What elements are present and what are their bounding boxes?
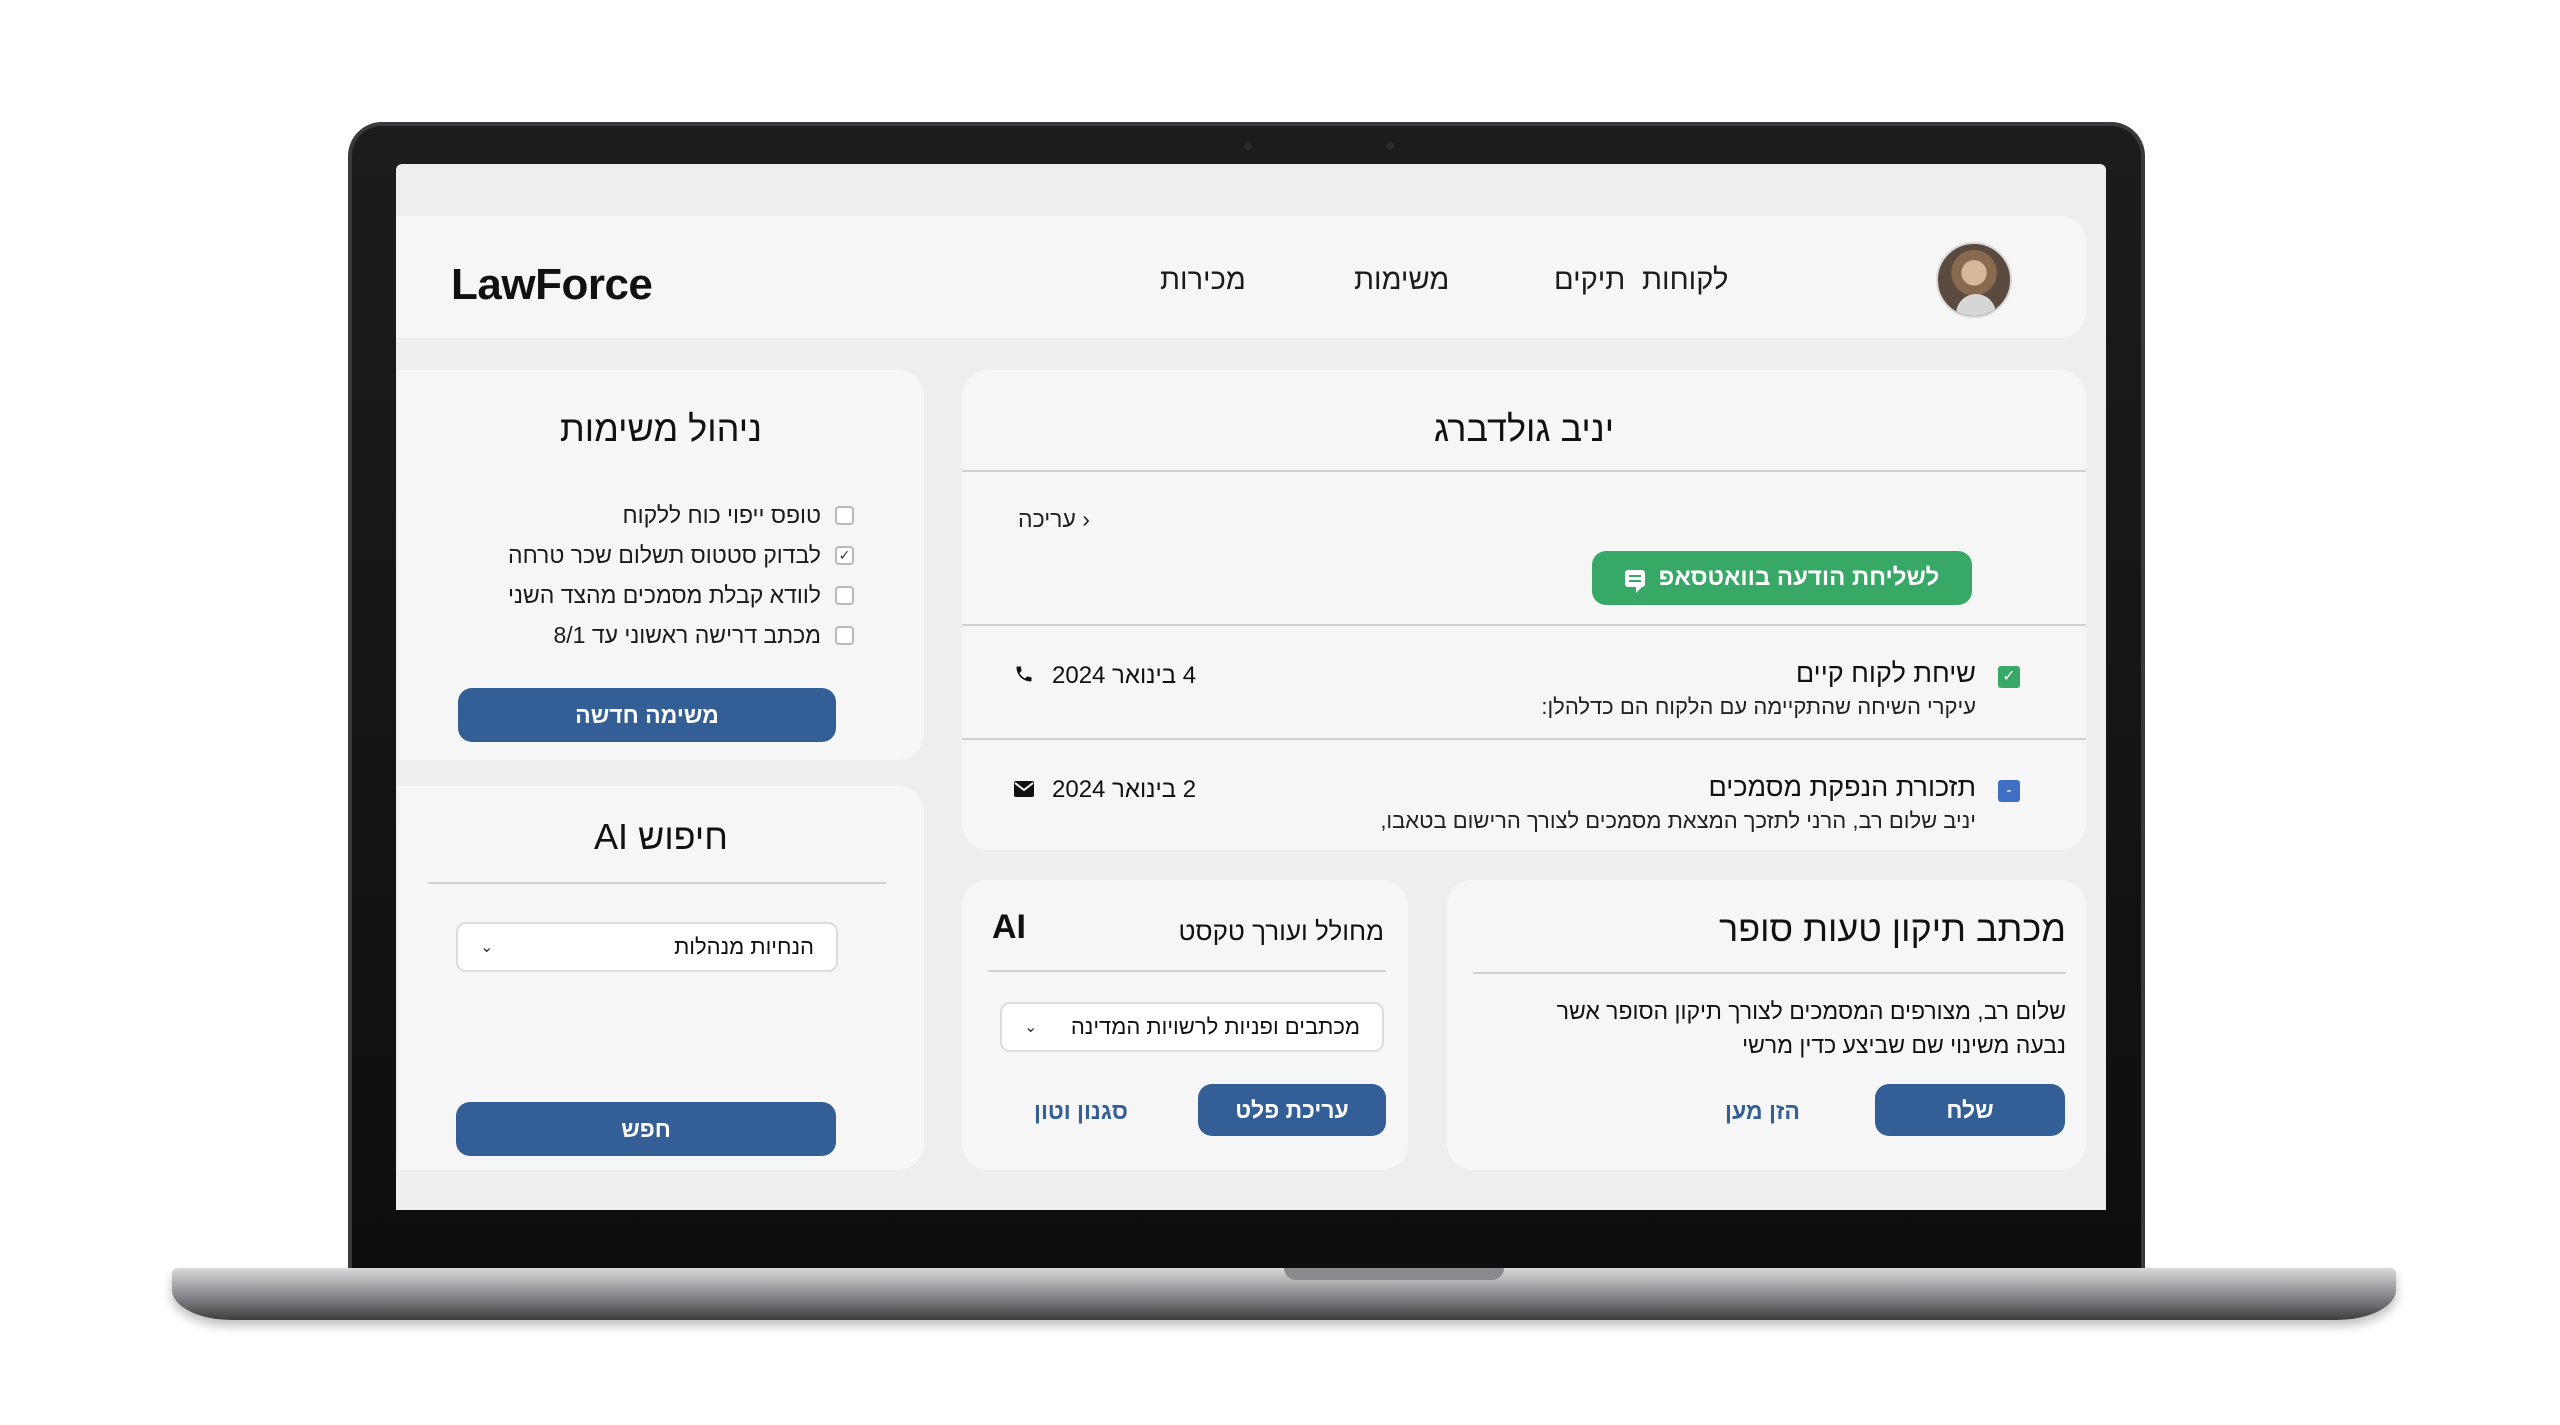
letter-line: נבעה משינוי שם שביצע כדין מרשי	[1742, 1032, 2066, 1058]
whatsapp-label: לשליחת הודעה בוואטסאפ	[1658, 564, 1940, 591]
nav-sales[interactable]: מכירות	[1160, 264, 1246, 297]
task-label: לבדוק סטטוס תשלום שכר טרחה	[508, 542, 821, 568]
divider	[1473, 972, 2066, 974]
edit-output-button[interactable]: עריכת פלט	[1198, 1084, 1386, 1136]
select-value: מכתבים ופניות לרשויות המדינה	[1070, 1014, 1360, 1039]
send-button[interactable]: שלח	[1875, 1084, 2065, 1136]
style-tone-button[interactable]: סגנון וטון	[1034, 1098, 1128, 1125]
nav-tasks[interactable]: משימות	[1354, 264, 1449, 297]
task-checkbox[interactable]	[835, 626, 854, 645]
activity-date: 4 בינואר 2024	[1052, 662, 1197, 689]
phone-icon	[1014, 664, 1034, 690]
ai-badge: AI	[992, 908, 1026, 946]
chevron-down-icon: ⌄	[1024, 1019, 1038, 1036]
app-screen: LawForce לקוחות תיקים משימות מכירות יניב…	[396, 164, 2106, 1210]
activity-desc: יניב שלום רב, הרני לתזכך המצאת מסמכים לצ…	[1380, 808, 1976, 833]
letter-line: שלום רב, מצורפים המסמכים לצורך תיקון הסו…	[1556, 998, 2066, 1024]
nav-clients[interactable]: לקוחות	[1642, 264, 1728, 297]
ai-search-card: חיפוש AI הנחיות מנהלות ⌄ חפש	[398, 786, 924, 1170]
client-card: יניב גולדברג ‹ עריכה לשליחת הודעה בוואטס…	[962, 370, 2086, 850]
task-label: לוודא קבלת מסמכים מהצד השני	[508, 582, 821, 608]
status-check: ✓	[1998, 666, 2020, 688]
task-item[interactable]: מכתב דרישה ראשוני עד 8/1	[553, 622, 854, 649]
guidelines-select[interactable]: הנחיות מנהלות ⌄	[456, 922, 838, 972]
ai-search-title: חיפוש AI	[594, 816, 728, 857]
new-task-button[interactable]: משימה חדשה	[458, 688, 836, 742]
edit-link[interactable]: ‹ עריכה	[1018, 506, 1090, 533]
task-item[interactable]: טופס ייפוי כוח ללקוח	[622, 502, 854, 529]
task-label: טופס ייפוי כוח ללקוח	[622, 502, 821, 528]
divider	[988, 970, 1386, 972]
divider	[962, 470, 2086, 472]
text-generator-card: מחולל ועורך טקסט AI מכתבים ופניות לרשויו…	[962, 880, 1408, 1170]
user-avatar[interactable]	[1936, 242, 2012, 318]
app-logo[interactable]: LawForce	[451, 260, 653, 310]
task-label: מכתב דרישה ראשוני עד 8/1	[553, 622, 821, 648]
sensor-dot	[1386, 142, 1394, 150]
nav-cases[interactable]: תיקים	[1554, 264, 1625, 297]
select-value: הנחיות מנהלות	[674, 934, 814, 959]
task-checkbox[interactable]	[835, 506, 854, 525]
task-checkbox[interactable]: ✓	[835, 546, 854, 565]
search-button[interactable]: חפש	[456, 1102, 836, 1156]
laptop-notch	[1284, 1268, 1504, 1280]
letter-title: מכתב תיקון טעות סופר	[1718, 908, 2066, 949]
divider	[428, 882, 886, 884]
task-checkbox[interactable]	[835, 586, 854, 605]
activity-title: תזכורת הנפקת מסמכים	[1708, 772, 1976, 802]
divider	[962, 738, 2086, 740]
mail-icon	[1014, 780, 1034, 803]
top-header: LawForce לקוחות תיקים משימות מכירות	[396, 216, 2086, 338]
camera-dot	[1244, 142, 1252, 150]
status-mark: -	[2006, 782, 2012, 799]
task-item[interactable]: ✓ לבדוק סטטוס תשלום שכר טרחה	[508, 542, 854, 569]
activity-date: 2 בינואר 2024	[1052, 776, 1197, 803]
chat-icon	[1624, 569, 1645, 593]
tasks-card: ניהול משימות טופס ייפוי כוח ללקוח ✓ לבדו…	[398, 370, 924, 760]
status-mark: ✓	[2002, 668, 2016, 685]
letter-card: מכתב תיקון טעות סופר שלום רב, מצורפים המ…	[1447, 880, 2086, 1170]
whatsapp-button[interactable]: לשליחת הודעה בוואטסאפ	[1592, 551, 1972, 605]
task-item[interactable]: לוודא קבלת מסמכים מהצד השני	[508, 582, 854, 609]
template-select[interactable]: מכתבים ופניות לרשויות המדינה ⌄	[1000, 1002, 1384, 1052]
client-name: יניב גולדברג	[1433, 408, 1615, 449]
tasks-title: ניהול משימות	[559, 408, 763, 449]
laptop-base	[172, 1268, 2396, 1320]
enter-address-button[interactable]: הזן מען	[1725, 1098, 1800, 1125]
activity-desc: עיקרי השיחה שהתקיימה עם הלקוח הם כדלהלן:	[1541, 694, 1976, 719]
activity-title: שיחת לקוח קיים	[1795, 658, 1976, 688]
divider	[962, 624, 2086, 626]
status-check: -	[1998, 780, 2020, 802]
generator-title: מחולל ועורך טקסט	[1178, 916, 1384, 946]
chevron-down-icon: ⌄	[480, 939, 494, 956]
letter-body: שלום רב, מצורפים המסמכים לצורך תיקון הסו…	[1557, 994, 2066, 1062]
